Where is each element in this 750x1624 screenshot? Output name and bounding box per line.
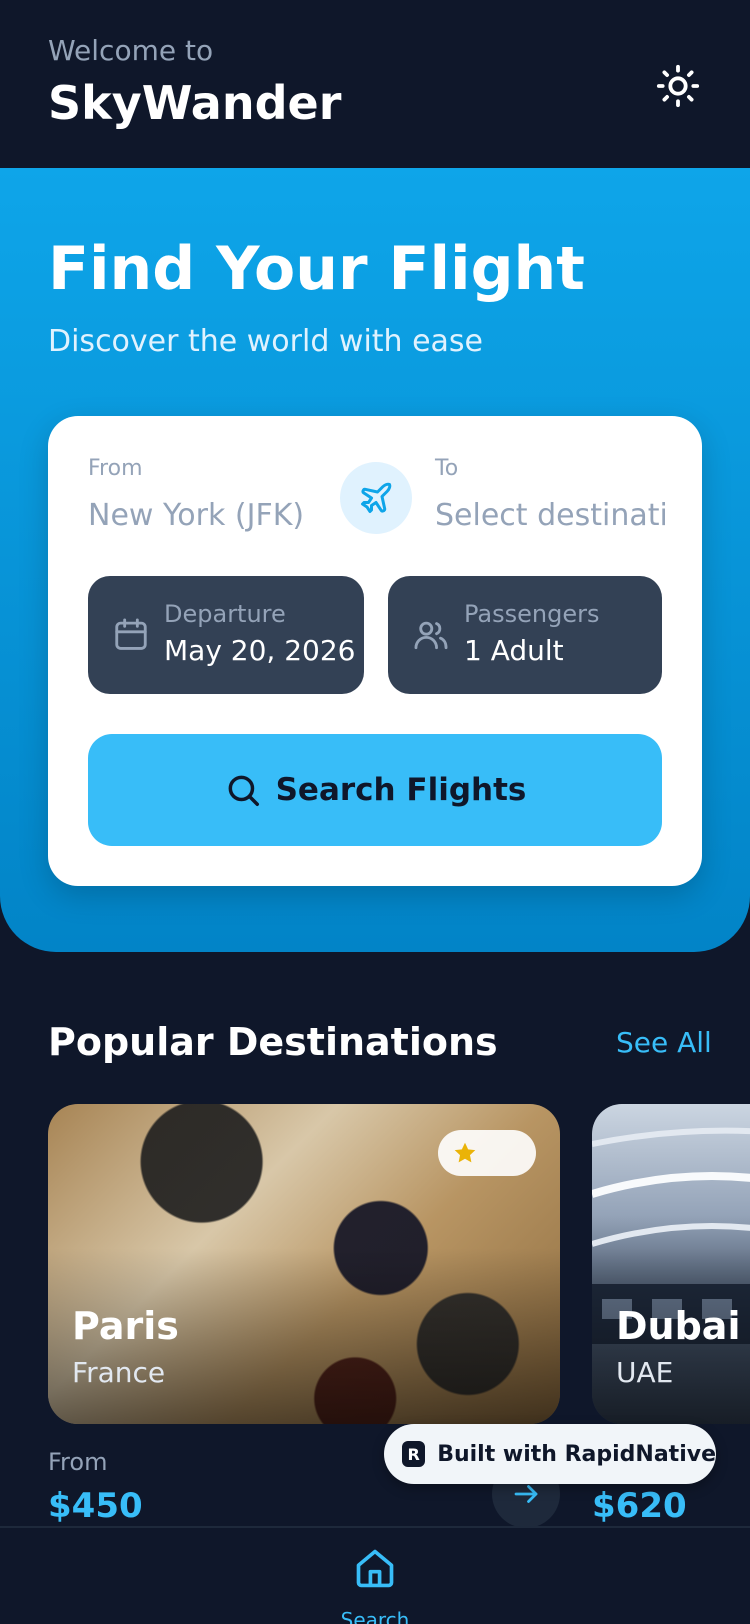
to-label: To	[435, 456, 459, 481]
bottom-nav: Search	[0, 1526, 750, 1624]
passengers-value: 1 Adult	[464, 634, 564, 667]
search-icon	[228, 775, 259, 806]
from-field[interactable]: New York (JFK)	[88, 498, 328, 533]
calendar-icon	[115, 618, 147, 650]
destination-price: $450	[48, 1486, 143, 1526]
to-field[interactable]: Select destination	[435, 498, 665, 533]
hero-section: Find Your Flight Discover the world with…	[0, 168, 750, 952]
nav-label: Search	[340, 1608, 410, 1624]
search-flights-button[interactable]: Search Flights	[88, 734, 662, 846]
rating-badge	[438, 1130, 536, 1176]
hero-title: Find Your Flight	[48, 234, 585, 304]
departure-picker[interactable]: Departure May 20, 2026	[88, 576, 364, 694]
destination-card-dubai[interactable]: Dubai UAE	[592, 1104, 750, 1424]
destination-card-paris[interactable]: Paris France	[48, 1104, 560, 1424]
plane-icon	[361, 482, 392, 513]
departure-label: Departure	[164, 600, 286, 628]
departure-value: May 20, 2026	[164, 634, 356, 667]
price-from-label: From	[48, 1448, 108, 1476]
hero-subtitle: Discover the world with ease	[48, 324, 484, 359]
see-all-link[interactable]: See All	[616, 1026, 712, 1059]
passengers-label: Passengers	[464, 600, 600, 628]
built-with-text: Built with RapidNative	[437, 1441, 716, 1467]
search-flights-label: Search Flights	[275, 772, 527, 808]
from-label: From	[88, 456, 143, 481]
header: Welcome to SkyWander	[0, 0, 750, 168]
nav-item-search[interactable]: Search	[335, 1546, 415, 1624]
destination-city: Paris	[72, 1304, 179, 1348]
destination-country: France	[72, 1356, 166, 1389]
users-icon	[414, 621, 448, 650]
theme-toggle-button[interactable]	[650, 58, 706, 114]
star-icon	[454, 1142, 476, 1163]
app-name: SkyWander	[48, 76, 342, 130]
swap-button[interactable]	[340, 462, 412, 534]
app-screen: Welcome to SkyWander Find Your Flight Di…	[0, 0, 750, 1624]
rapidnative-logo-icon: R	[402, 1441, 426, 1467]
built-with-badge[interactable]: R Built with RapidNative	[384, 1424, 716, 1484]
destination-city: Dubai	[616, 1304, 741, 1348]
passengers-picker[interactable]: Passengers 1 Adult	[388, 576, 662, 694]
popular-destinations-title: Popular Destinations	[48, 1020, 498, 1064]
destination-price: $620	[592, 1486, 687, 1526]
flight-search-card: From New York (JFK) To Select destinatio…	[48, 416, 702, 886]
sun-icon	[656, 64, 700, 108]
welcome-text: Welcome to	[48, 34, 214, 67]
destination-country: UAE	[616, 1356, 674, 1389]
home-icon	[356, 1549, 394, 1588]
